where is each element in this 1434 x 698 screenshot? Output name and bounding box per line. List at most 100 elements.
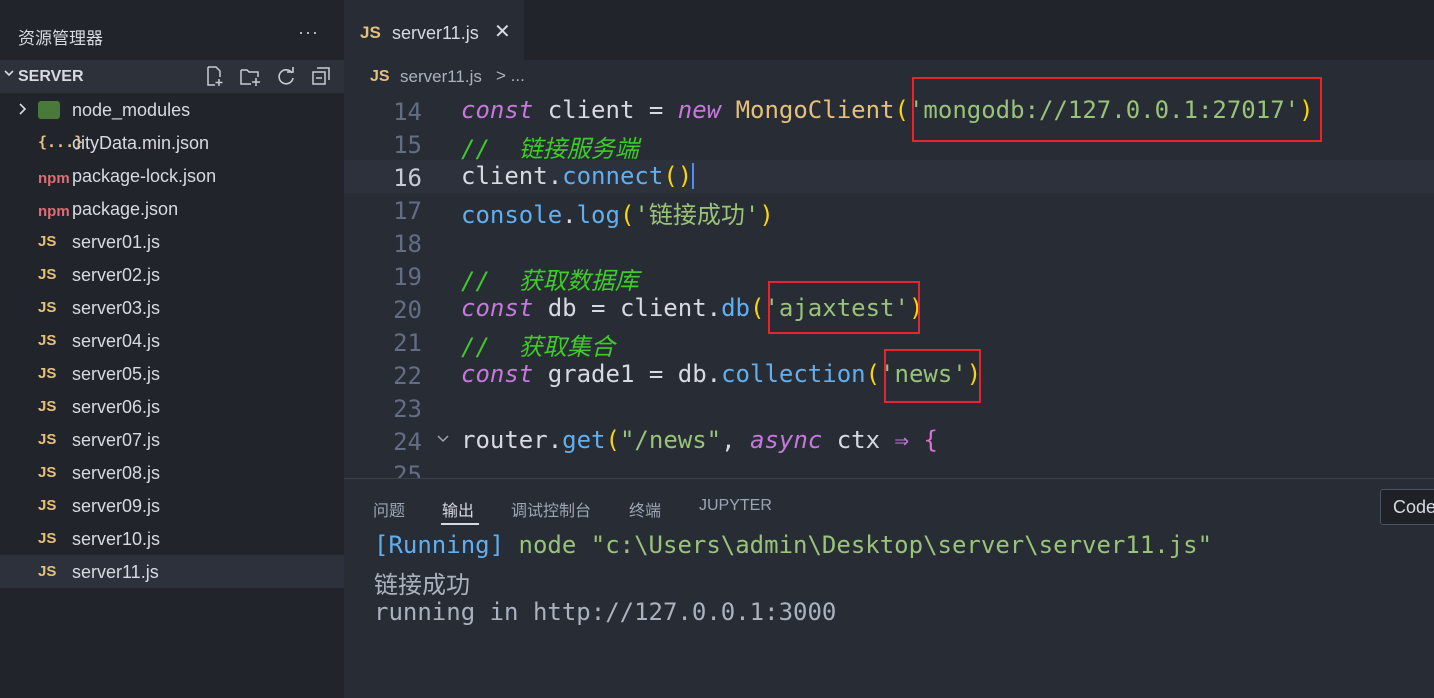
tree-item-file[interactable]: JS server10.js <box>0 522 344 555</box>
code-line[interactable]: 24 router.get("/news", async ctx ⇒ { <box>344 424 1434 457</box>
code-token: collection <box>721 360 866 388</box>
explorer-sidebar: 资源管理器 ··· SERVER node_modules {...} city… <box>0 0 344 697</box>
code-token: , <box>721 426 751 454</box>
editor-area: JS server11.js ✕ JS server11.js > ... 14… <box>344 0 1434 478</box>
folder-section-header[interactable]: SERVER <box>0 60 344 93</box>
tree-item-label: server09.js <box>72 496 161 516</box>
code-token: client <box>461 162 548 190</box>
code-token: db <box>721 294 750 322</box>
code-text: // 链接服务端 <box>461 129 639 164</box>
tree-item-file[interactable]: JS server06.js <box>0 390 344 423</box>
tab-problems[interactable]: 问题 <box>373 497 405 521</box>
tree-item-label: server04.js <box>72 331 161 351</box>
code-token: log <box>576 201 620 229</box>
npm-file-icon: npm <box>38 203 70 220</box>
fold-chevron-icon[interactable] <box>436 432 450 446</box>
highlight-box-connection-string <box>912 77 1322 142</box>
tree-item-file[interactable]: JS server07.js <box>0 423 344 456</box>
js-file-icon: JS <box>38 563 57 580</box>
code-token: . <box>562 201 577 229</box>
code-token: client <box>533 96 649 124</box>
output-panel: 问题 输出 调试控制台 终端 JUPYTER Code [Running] no… <box>344 478 1434 698</box>
code-line[interactable]: 17 console.log('链接成功') <box>344 193 1434 229</box>
code-token: // 链接服务端 <box>461 135 639 163</box>
tree-item-file[interactable]: JS server05.js <box>0 357 344 390</box>
tree-item-label: server02.js <box>72 265 161 285</box>
tree-item-node-modules[interactable]: node_modules <box>0 93 344 126</box>
line-number: 24 <box>393 428 422 456</box>
code-token: // 获取集合 <box>461 333 615 361</box>
collapse-all-icon[interactable] <box>310 65 332 87</box>
code-token: . <box>547 426 563 454</box>
js-file-icon: JS <box>360 23 381 42</box>
js-file-icon: JS <box>38 365 57 382</box>
breadcrumb-symbols[interactable]: > ... <box>496 66 525 86</box>
js-file-icon: JS <box>38 464 57 481</box>
new-file-icon[interactable] <box>203 65 225 87</box>
code-line[interactable]: 25 <box>344 457 1434 478</box>
tab-debug-console[interactable]: 调试控制台 <box>511 497 591 521</box>
line-number: 23 <box>393 395 422 423</box>
tab-jupyter[interactable]: JUPYTER <box>699 497 772 515</box>
code-text: // 获取数据库 <box>461 261 639 296</box>
line-number: 20 <box>393 296 422 324</box>
line-number: 19 <box>393 263 422 291</box>
tree-item-file[interactable]: JS server04.js <box>0 324 344 357</box>
tree-item-label: server06.js <box>72 397 161 417</box>
tab-terminal[interactable]: 终端 <box>629 497 661 521</box>
tree-item-label: package-lock.json <box>72 166 217 186</box>
more-actions-icon[interactable]: ··· <box>298 22 319 43</box>
breadcrumb-file[interactable]: server11.js <box>400 67 482 87</box>
js-file-icon: JS <box>38 497 57 514</box>
code-token: grade1 = db. <box>533 360 722 388</box>
tree-item-file[interactable]: JS server08.js <box>0 456 344 489</box>
code-token: ( <box>619 201 635 229</box>
js-file-icon: JS <box>38 431 57 448</box>
code-token: = <box>648 96 678 124</box>
active-tab-indicator <box>441 523 479 525</box>
code-token: const <box>461 360 534 388</box>
tree-item-file[interactable]: {...} cityData.min.json <box>0 126 344 159</box>
code-token: ) <box>759 201 774 229</box>
tree-item-label: cityData.min.json <box>72 133 210 153</box>
text-cursor <box>692 163 695 189</box>
code-token: { <box>923 426 938 454</box>
tree-item-file-selected[interactable]: JS server11.js <box>0 555 344 588</box>
tree-item-file[interactable]: JS server01.js <box>0 225 344 258</box>
editor-tab-bar: JS server11.js ✕ <box>344 0 1434 60</box>
tree-item-label: server08.js <box>72 463 161 483</box>
line-number: 18 <box>393 230 422 258</box>
refresh-icon[interactable] <box>275 65 297 87</box>
output-line: 链接成功 <box>374 571 470 599</box>
tree-item-label: server03.js <box>72 298 161 318</box>
code-token: ctx <box>822 426 895 454</box>
tree-item-file[interactable]: JS server09.js <box>0 489 344 522</box>
tree-item-file[interactable]: npm package-lock.json <box>0 159 344 192</box>
tree-item-label: server11.js <box>72 562 159 582</box>
line-number: 21 <box>393 329 422 357</box>
code-token: get <box>562 426 606 454</box>
code-token: const <box>461 96 534 124</box>
output-channel-select[interactable]: Code <box>1380 489 1434 525</box>
code-line[interactable]: 16 client.connect() <box>344 160 1434 193</box>
js-file-icon: JS <box>38 266 57 283</box>
tree-item-file[interactable]: npm package.json <box>0 192 344 225</box>
code-token: ⇒ <box>894 426 909 454</box>
json-file-icon: {...} <box>38 133 84 151</box>
close-icon[interactable]: ✕ <box>494 19 511 44</box>
tab-output[interactable]: 输出 <box>442 497 474 521</box>
new-folder-icon[interactable] <box>239 65 261 87</box>
folder-section-name: SERVER <box>18 68 84 85</box>
tree-item-label: server05.js <box>72 364 161 384</box>
code-token: async <box>750 426 823 454</box>
line-number: 17 <box>393 197 422 225</box>
tree-item-file[interactable]: JS server02.js <box>0 258 344 291</box>
code-token: ( <box>865 360 881 388</box>
tab-server11[interactable]: JS server11.js ✕ <box>344 0 524 60</box>
tree-item-file[interactable]: JS server03.js <box>0 291 344 324</box>
code-line[interactable]: 18 <box>344 226 1434 259</box>
output-command: node "c:\Users\admin\Desktop\server\serv… <box>504 531 1213 559</box>
code-token: '链接成功' <box>634 201 760 229</box>
